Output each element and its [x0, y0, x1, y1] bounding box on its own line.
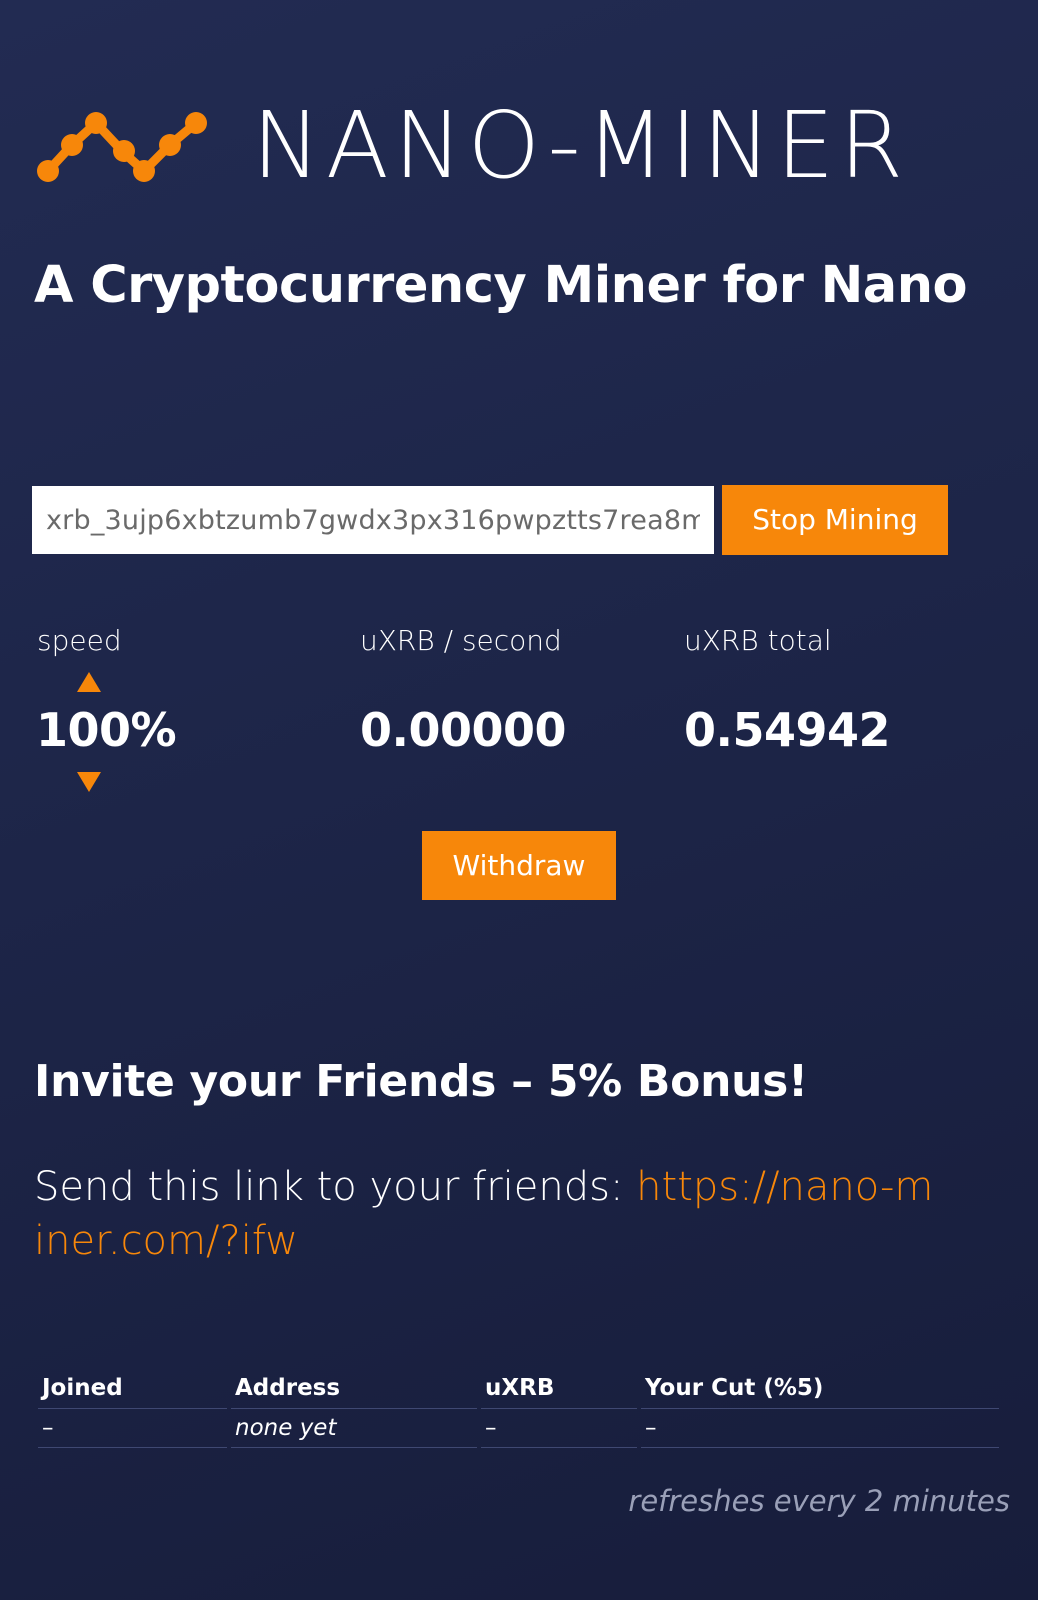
speed-down-icon[interactable]: [77, 772, 101, 792]
page-title: A Cryptocurrency Miner for Nano: [34, 256, 968, 315]
stop-mining-button[interactable]: Stop Mining: [722, 485, 948, 555]
table-cell: –: [38, 1409, 227, 1448]
total-value: 0.54942: [684, 703, 891, 757]
logo: NANO-MINER: [36, 96, 908, 196]
rate-label: uXRB / second: [360, 624, 562, 657]
nano-logo-icon: [37, 112, 207, 182]
invite-heading: Invite your Friends – 5% Bonus!: [34, 1056, 808, 1107]
speed-label: speed: [37, 624, 122, 657]
speed-value: 100%: [36, 703, 177, 757]
wallet-address-input[interactable]: [32, 486, 714, 554]
column-header: Address: [231, 1370, 477, 1409]
page: NANO-MINER A Cryptocurrency Miner for Na…: [0, 0, 1038, 1600]
column-header: Joined: [38, 1370, 227, 1409]
logo-text: NANO-MINER: [252, 92, 909, 199]
table-cell: –: [481, 1409, 637, 1448]
withdraw-button[interactable]: Withdraw: [422, 831, 616, 900]
wallet-row: Stop Mining: [32, 485, 948, 555]
refresh-note: refreshes every 2 minutes: [628, 1484, 1010, 1518]
speed-up-icon[interactable]: [77, 672, 101, 692]
invite-text: Send this link to your friends: https://…: [34, 1160, 934, 1268]
rate-value: 0.00000: [360, 703, 567, 757]
referrals-table: Joined Address uXRB Your Cut (%5) – none…: [34, 1370, 1003, 1448]
table-cell: none yet: [231, 1409, 477, 1448]
table-cell: –: [641, 1409, 999, 1448]
column-header: uXRB: [481, 1370, 637, 1409]
table-row: – none yet – –: [38, 1409, 999, 1448]
total-label: uXRB total: [684, 624, 832, 657]
table-header-row: Joined Address uXRB Your Cut (%5): [38, 1370, 999, 1409]
invite-text-label: Send this link to your friends:: [34, 1164, 637, 1210]
column-header: Your Cut (%5): [641, 1370, 999, 1409]
